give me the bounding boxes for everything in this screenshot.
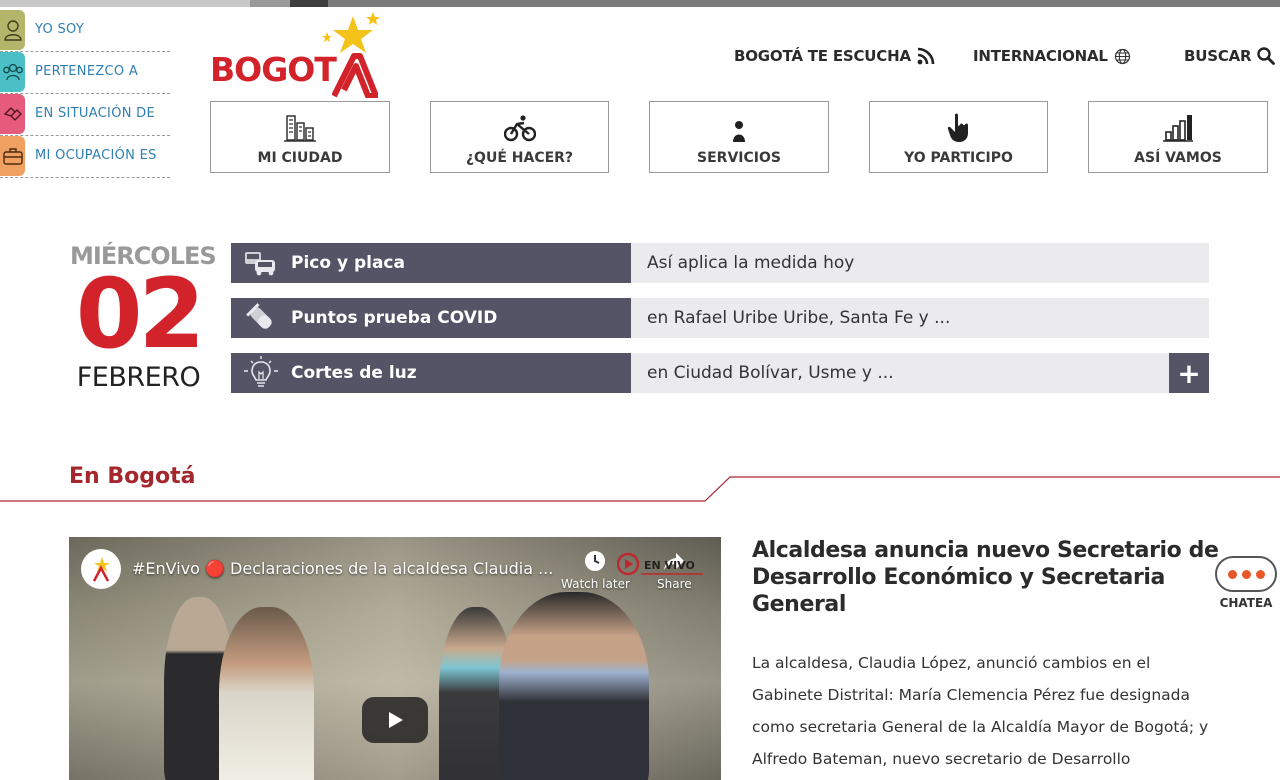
globe-icon bbox=[1114, 48, 1130, 64]
info-row-label: Cortes de luz bbox=[291, 363, 417, 383]
search-icon bbox=[1257, 47, 1276, 65]
info-row-puntos-prueba-covid[interactable]: Puntos prueba COVID en Rafael Uribe Urib… bbox=[231, 298, 1209, 338]
briefcase-icon bbox=[0, 136, 25, 176]
article-body: La alcaldesa, Claudia López, anunció cam… bbox=[752, 654, 1209, 768]
video-player[interactable]: #EnVivo 🔴 Declaraciones de la alcaldesa … bbox=[69, 537, 721, 780]
nav-mi-ciudad[interactable]: MI CIUDAD bbox=[210, 101, 390, 173]
internacional-label: INTERNACIONAL bbox=[973, 47, 1108, 65]
top-bar-segment bbox=[250, 0, 290, 7]
profile-menu: YO SOY PERTENEZCO A EN SITUACIÓN DE MI O… bbox=[0, 10, 170, 178]
profile-item-label: MI OCUPACIÓN ES bbox=[35, 148, 157, 163]
video-person bbox=[219, 607, 314, 780]
article-title[interactable]: Alcaldesa anuncia nuevo Secretario de De… bbox=[752, 537, 1222, 618]
expand-plus-button[interactable]: + bbox=[1169, 353, 1209, 393]
profile-item-yo-soy[interactable]: YO SOY bbox=[0, 10, 170, 52]
info-row-pico-y-placa[interactable]: Pico y placa Así aplica la medida hoy bbox=[231, 243, 1209, 283]
chat-dot bbox=[1255, 569, 1265, 579]
date-month: FEBRERO bbox=[76, 362, 201, 393]
nav-yo-participo[interactable]: YO PARTICIPO bbox=[869, 101, 1048, 173]
rss-icon bbox=[917, 47, 935, 65]
buscar-link[interactable]: BUSCAR bbox=[1184, 47, 1276, 65]
cars-icon bbox=[231, 243, 291, 283]
pointing-hand-icon bbox=[947, 113, 971, 142]
test-tube-icon bbox=[231, 298, 291, 338]
top-bar-segment bbox=[0, 0, 250, 7]
info-row-value: en Ciudad Bolívar, Usme y ... + bbox=[631, 353, 1209, 393]
nav-label: MI CIUDAD bbox=[257, 150, 343, 166]
info-row-label: Pico y placa bbox=[291, 253, 405, 273]
chat-label: CHATEA bbox=[1219, 596, 1273, 610]
video-person bbox=[499, 592, 649, 780]
chat-widget[interactable]: CHATEA bbox=[1214, 556, 1278, 616]
nav-que-hacer[interactable]: ¿QUÉ HACER? bbox=[430, 101, 609, 173]
bicycle-icon bbox=[503, 114, 536, 142]
live-badge-icon: EN VIVO bbox=[617, 552, 703, 576]
profile-item-pertenezco-a[interactable]: PERTENEZCO A bbox=[0, 52, 170, 94]
bogota-te-escucha-label: BOGOTÁ TE ESCUCHA bbox=[734, 47, 911, 65]
top-color-bar bbox=[0, 0, 1280, 7]
bogota-logo[interactable]: BOGOT bbox=[210, 12, 380, 98]
section-title: En Bogotá bbox=[69, 464, 196, 489]
clock-icon bbox=[585, 551, 606, 571]
chat-dot bbox=[1241, 569, 1251, 579]
info-row-label-box: Puntos prueba COVID bbox=[231, 298, 631, 338]
profile-item-mi-ocupacion-es[interactable]: MI OCUPACIÓN ES bbox=[0, 136, 170, 178]
bogota-te-escucha-link[interactable]: BOGOTÁ TE ESCUCHA bbox=[734, 47, 935, 65]
logo-a-mark bbox=[332, 53, 378, 98]
info-row-value-text: en Rafael Uribe Uribe, Santa Fe y ... bbox=[647, 308, 951, 328]
chat-dot bbox=[1227, 569, 1237, 579]
svg-text:EN VIVO: EN VIVO bbox=[644, 559, 695, 572]
profile-item-label: YO SOY bbox=[35, 22, 85, 37]
info-row-value: en Rafael Uribe Uribe, Santa Fe y ... bbox=[631, 298, 1209, 338]
watch-later-label: Watch later bbox=[561, 577, 630, 591]
nav-servicios[interactable]: SERVICIOS bbox=[649, 101, 829, 173]
person-icon bbox=[0, 10, 25, 50]
nav-label: YO PARTICIPO bbox=[904, 150, 1013, 166]
info-row-label-box: Cortes de luz bbox=[231, 353, 631, 393]
info-row-cortes-de-luz[interactable]: Cortes de luz en Ciudad Bolívar, Usme y … bbox=[231, 353, 1209, 393]
logo-text: BOGOT bbox=[210, 50, 337, 89]
date-day: 02 bbox=[75, 258, 206, 370]
play-button[interactable] bbox=[362, 697, 428, 743]
info-row-value-text: Así aplica la medida hoy bbox=[647, 253, 855, 273]
chat-bubble-icon bbox=[1215, 556, 1277, 592]
lightbulb-icon bbox=[231, 353, 291, 393]
info-row-label: Puntos prueba COVID bbox=[291, 308, 498, 328]
city-icon bbox=[284, 114, 316, 142]
person-service-icon bbox=[729, 114, 749, 142]
channel-avatar[interactable] bbox=[81, 549, 121, 589]
top-bar-segment bbox=[290, 0, 328, 7]
share-label: Share bbox=[657, 577, 692, 591]
video-title[interactable]: #EnVivo 🔴 Declaraciones de la alcaldesa … bbox=[132, 559, 553, 578]
handshake-icon bbox=[0, 94, 25, 134]
buscar-label: BUSCAR bbox=[1184, 47, 1252, 65]
profile-item-label: EN SITUACIÓN DE bbox=[35, 106, 156, 121]
play-icon bbox=[389, 712, 403, 728]
nav-label: ¿QUÉ HACER? bbox=[465, 150, 574, 166]
bar-chart-icon bbox=[1163, 114, 1193, 142]
info-row-value: Así aplica la medida hoy bbox=[631, 243, 1209, 283]
profile-item-label: PERTENEZCO A bbox=[35, 64, 139, 79]
profile-item-en-situacion-de[interactable]: EN SITUACIÓN DE bbox=[0, 94, 170, 136]
info-row-label-box: Pico y placa bbox=[231, 243, 631, 283]
nav-label: ASÍ VAMOS bbox=[1134, 150, 1222, 166]
group-icon bbox=[0, 52, 25, 92]
nav-asi-vamos[interactable]: ASÍ VAMOS bbox=[1088, 101, 1268, 173]
internacional-link[interactable]: INTERNACIONAL bbox=[973, 47, 1131, 65]
info-row-value-text: en Ciudad Bolívar, Usme y ... bbox=[647, 363, 894, 383]
nav-label: SERVICIOS bbox=[697, 150, 781, 166]
